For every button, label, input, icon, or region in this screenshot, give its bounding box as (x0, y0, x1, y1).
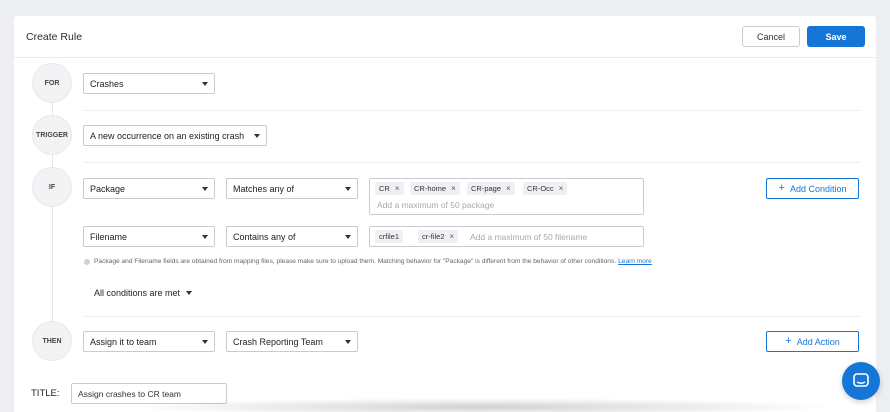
chevron-down-icon (345, 234, 351, 239)
chevron-down-icon (202, 234, 208, 239)
divider (84, 162, 860, 163)
team-select[interactable]: Crash Reporting Team (226, 331, 358, 352)
condition-operator-value: Matches any of (233, 183, 295, 194)
for-select-value: Crashes (90, 78, 124, 89)
chevron-down-icon (202, 186, 208, 191)
add-action-button[interactable]: + Add Action (766, 331, 859, 352)
close-icon[interactable]: × (395, 184, 400, 193)
note-text: Package and Filename fields are obtained… (94, 258, 617, 265)
chevron-down-icon (345, 339, 351, 344)
close-icon[interactable]: × (506, 184, 511, 193)
panel-header: Create Rule Cancel Save (14, 16, 876, 58)
tag-input-placeholder: Add a maximum of 50 package (377, 200, 495, 210)
condition-field-select[interactable]: Package (83, 178, 215, 199)
step-if: IF (32, 167, 72, 207)
conditions-mode-value: All conditions are met (94, 288, 181, 298)
step-then: THEN (32, 321, 72, 361)
tag-chip: crfile1 (375, 230, 404, 243)
tag-chip: cr-file2 × (418, 230, 459, 243)
chevron-down-icon (254, 133, 260, 138)
tag-label: crfile1 (379, 232, 400, 241)
create-rule-panel: Create Rule Cancel Save FOR Crashes TRIG… (14, 16, 876, 412)
chevron-down-icon (202, 339, 208, 344)
chevron-down-icon (202, 81, 208, 86)
trigger-select-value: A new occurrence on an existing crash (90, 130, 245, 141)
page-title: Create Rule (26, 31, 83, 43)
close-icon[interactable]: × (451, 184, 456, 193)
tag-label: CR-Occ (527, 184, 554, 193)
chevron-down-icon (345, 186, 351, 191)
chat-bubble-icon[interactable] (842, 362, 880, 400)
plus-icon: + (785, 335, 792, 347)
divider (84, 110, 860, 111)
learn-more-link[interactable]: Learn more (618, 258, 652, 265)
tag-chip: CR-home × (410, 182, 460, 195)
step-trigger: TRIGGER (32, 115, 72, 155)
plus-icon: + (778, 182, 785, 194)
add-condition-button[interactable]: + Add Condition (766, 178, 859, 199)
step-for: FOR (32, 63, 72, 103)
trigger-select[interactable]: A new occurrence on an existing crash (83, 125, 267, 146)
tag-chip: CR × (375, 182, 404, 195)
chevron-down-icon (186, 291, 193, 295)
condition-field-select[interactable]: Filename (83, 226, 215, 247)
conditions-mode-dropdown[interactable]: All conditions are met (94, 288, 193, 298)
bottom-shadow (120, 398, 840, 412)
mapping-note: Package and Filename fields are obtained… (84, 258, 652, 265)
condition-field-value: Package (90, 183, 126, 194)
add-condition-label: Add Condition (789, 183, 847, 194)
tag-chip: CR-page × (467, 182, 515, 195)
divider (84, 316, 860, 317)
save-button[interactable]: Save (807, 26, 865, 47)
tag-label: cr-file2 (422, 232, 445, 241)
tag-label: CR (379, 184, 390, 193)
close-icon[interactable]: × (559, 184, 564, 193)
package-tag-input[interactable]: CR × CR-home × CR-page × CR-Occ × Add a maxi… (369, 178, 644, 215)
tag-label: CR-home (414, 184, 447, 193)
condition-operator-select[interactable]: Matches any of (226, 178, 358, 199)
info-icon (84, 258, 90, 265)
tag-input-placeholder: Add a maximum of 50 filename (470, 232, 588, 242)
chat-icon-glyph (853, 373, 869, 387)
add-action-label: Add Action (796, 336, 840, 347)
action-select[interactable]: Assign it to team (83, 331, 215, 352)
team-select-value: Crash Reporting Team (233, 336, 323, 347)
cancel-button[interactable]: Cancel (742, 26, 800, 47)
filename-tag-input[interactable]: crfile1 cr-file2 × Add a maximum of 50 fi… (369, 226, 644, 247)
for-select[interactable]: Crashes (83, 73, 215, 94)
action-select-value: Assign it to team (90, 336, 157, 347)
title-label: TITLE: (31, 388, 60, 399)
close-icon[interactable]: × (450, 232, 455, 241)
condition-field-value: Filename (90, 231, 128, 242)
condition-operator-select[interactable]: Contains any of (226, 226, 358, 247)
condition-operator-value: Contains any of (233, 231, 296, 242)
tag-chip: CR-Occ × (523, 182, 568, 195)
tag-label: CR-page (471, 184, 502, 193)
